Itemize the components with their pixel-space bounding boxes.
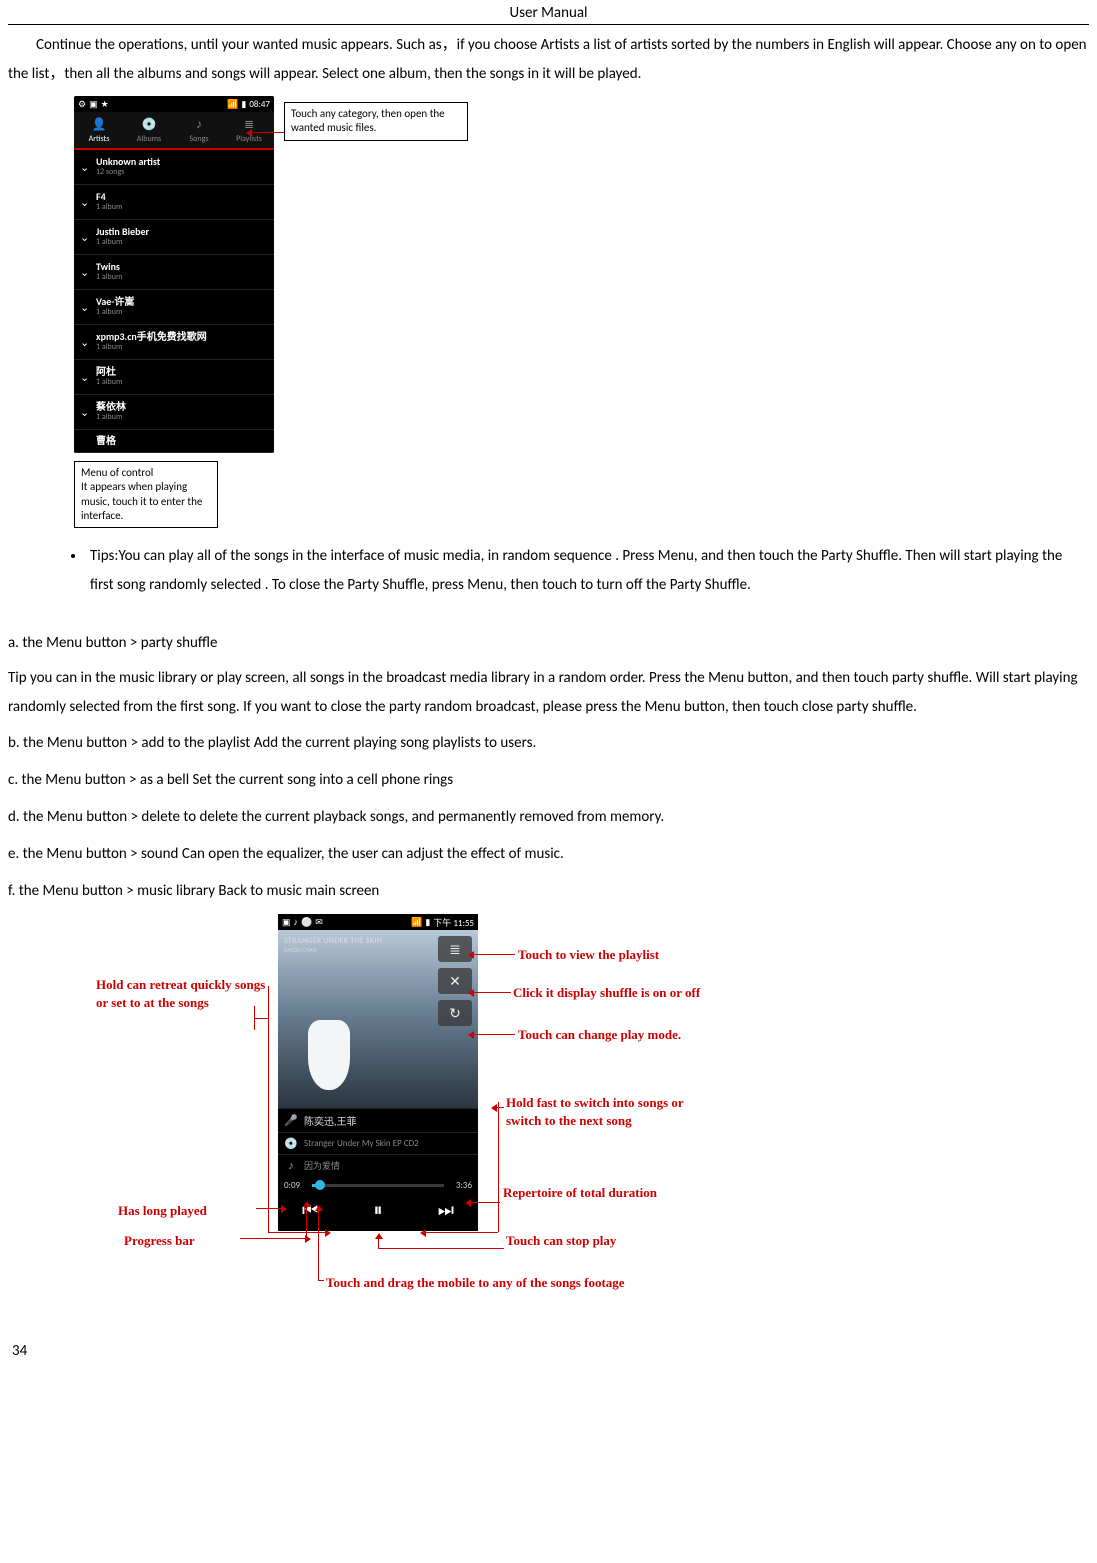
artist-row[interactable]: ⌄ F4 1 album [74,185,274,220]
album-art: STRANGER UNDER THE SKIN EASON CHAN ≣ ✕ ↻ [278,930,478,1108]
callout-shuffle: Click it display shuffle is on or off [513,984,713,1002]
callout-totalduration: Repertoire of total duration [503,1184,693,1202]
next-button[interactable]: ⏭ [438,1199,454,1221]
disc-icon: 💿 [284,1137,298,1150]
status-battery-icon: ▮ [241,99,246,110]
status-signal-icon: 📶 [411,917,422,928]
time-total: 3:36 [450,1180,472,1191]
callout-tabbar: Touch any category, then open the wanted… [284,102,468,141]
menu-item-e: e. the Menu button > sound Can open the … [8,838,1089,871]
callout-fastswitch: Hold fast to switch into songs or switch… [506,1094,686,1129]
status-signal-icon: 📶 [227,99,238,110]
chevron-down-icon: ⌄ [80,161,96,174]
callout-menu-control: Menu of control It appears when playing … [74,461,218,528]
page-number: 34 [8,1334,1089,1370]
tab-songs[interactable]: ♪ Songs [174,112,224,148]
repeat-button[interactable]: ↻ [438,1000,472,1026]
menu-item-c: c. the Menu button > as a bell Set the c… [8,764,1089,797]
chevron-down-icon: ⌄ [80,371,96,384]
artist-row[interactable]: ⌄ 阿杜 1 album [74,360,274,395]
artist-row[interactable]: ⌄ Unknown artist 12 songs [74,150,274,185]
artist-row[interactable]: ⌄ Vae-许嵩 1 album [74,290,274,325]
artist-row[interactable]: 曹格 [74,430,274,453]
tab-albums[interactable]: 💿 Albums [124,112,174,148]
status-time: 08:47 [249,99,270,110]
menu-item-b: b. the Menu button > add to the playlist… [8,727,1089,760]
artist-row[interactable]: ⌄ 蔡依林 1 album [74,395,274,430]
tab-artists[interactable]: 👤 Artists [74,112,124,148]
disc-icon: 💿 [142,117,157,132]
chevron-down-icon: ⌄ [80,231,96,244]
menu-item-a-title: a. the Menu button > party shuffle [8,627,1089,660]
artist-list-screenshot: ⚙▣★ 📶 ▮ 08:47 👤 Artists 💿 Alb [74,96,274,453]
shuffle-button[interactable]: ✕ [438,968,472,994]
chevron-down-icon: ⌄ [80,196,96,209]
mic-icon: 🎤 [284,1114,298,1127]
intro-paragraph: Continue the operations, until your want… [8,31,1089,88]
person-icon: 👤 [92,117,107,132]
track-song-row: ♪ 因为爱情 [278,1154,478,1176]
status-bar: ▣♪⚪✉ 📶 ▮ 下午 11:55 [278,914,478,930]
callout-stopplay: Touch can stop play [506,1232,706,1250]
progress-bar[interactable] [312,1184,444,1187]
artist-row[interactable]: ⌄ Justin Bieber 1 album [74,220,274,255]
menu-item-a-tip: Tip you can in the music library or play… [8,664,1089,721]
pause-button[interactable]: ⏸ [374,1199,383,1221]
playlist-button[interactable]: ≣ [438,936,472,962]
artist-row[interactable]: ⌄ Twins 1 album [74,255,274,290]
menu-item-d: d. the Menu button > delete to delete th… [8,801,1089,834]
note-icon: ♪ [196,117,202,132]
player-screenshot: ▣♪⚪✉ 📶 ▮ 下午 11:55 STRANGER UNDER THE SKI… [278,914,478,1231]
status-time: 下午 11:55 [433,916,474,929]
callout-hasplayed: Has long played [118,1202,268,1220]
callout-progressbar: Progress bar [124,1232,274,1250]
artist-row[interactable]: ⌄ xpmp3.cn手机免费找歌网 1 album [74,325,274,360]
track-artist-row: 🎤 陈奕迅,王菲 [278,1108,478,1132]
note-icon: ♪ [284,1159,298,1172]
chevron-down-icon: ⌄ [80,336,96,349]
chevron-down-icon: ⌄ [80,301,96,314]
status-battery-icon: ▮ [425,917,430,928]
menu-item-f: f. the Menu button > music library Back … [8,875,1089,908]
status-bar: ⚙▣★ 📶 ▮ 08:47 [74,96,274,112]
progress-thumb[interactable] [315,1180,325,1190]
chevron-down-icon: ⌄ [80,266,96,279]
callout-dragfootage: Touch and drag the mobile to any of the … [326,1274,706,1292]
music-tabs: 👤 Artists 💿 Albums ♪ Songs ≣ Playlists [74,112,274,150]
chevron-down-icon: ⌄ [80,406,96,419]
callout-retreat: Hold can retreat quickly songs or set to… [96,976,276,1011]
tips-bullet: Tips:You can play all of the songs in th… [86,542,1089,599]
callout-playlist: Touch to view the playlist [518,946,698,964]
time-elapsed: 0:09 [284,1180,306,1191]
page-header: User Manual [8,0,1089,24]
track-album-row: 💿 Stranger Under My Skin EP CD2 [278,1132,478,1154]
callout-playmode: Touch can change play mode. [518,1026,718,1044]
